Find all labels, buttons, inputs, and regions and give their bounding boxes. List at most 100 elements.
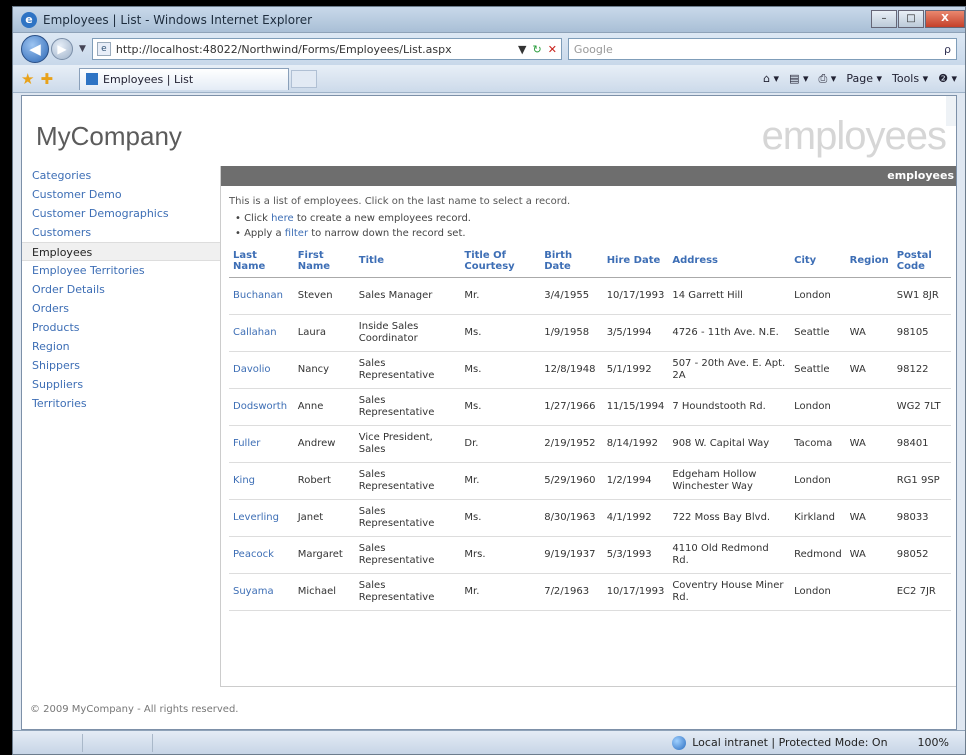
column-header[interactable]: Address [668,245,791,278]
scrollbar[interactable] [946,96,956,126]
table-cell: Inside Sales Coordinator [354,314,461,352]
sidebar-item-orders[interactable]: Orders [22,299,220,318]
employee-last-name-link[interactable]: Buchanan [229,277,294,315]
table-row: Buchanan Steven Sales Manager Mr. 3/4/1955 10… [229,277,951,315]
sidebar-item-order-details[interactable]: Order Details [22,280,220,299]
browser-window: e Employees | List - Windows Internet Ex… [12,6,966,755]
table-cell: Mr. [460,462,541,500]
search-box[interactable]: Google ρ [567,38,957,60]
create-hint-post: to create a new employees record. [293,213,471,224]
employee-last-name-link[interactable]: Callahan [229,314,294,352]
stop-icon[interactable]: ✕ [548,43,557,56]
table-cell: London [790,462,846,500]
sidebar-item-customer-demo[interactable]: Customer Demo [22,185,220,204]
table-cell [845,462,893,500]
sidebar-item-customers[interactable]: Customers [22,223,220,242]
minimize-button[interactable]: – [871,9,897,28]
table-cell: Kirkland [790,499,846,537]
refresh-icon[interactable]: ↻ [532,43,541,56]
column-header[interactable]: Postal Code [892,245,951,278]
table-cell: WA [845,499,893,537]
column-header[interactable]: Birth Date [540,245,603,278]
sidebar-item-region[interactable]: Region [22,337,220,356]
security-zone[interactable]: Local intranet | Protected Mode: On [692,736,887,749]
sidebar-item-territories[interactable]: Territories [22,394,220,413]
employee-last-name-link[interactable]: King [229,462,294,500]
table-row: Davolio Nancy Sales Representative Ms. 12/8/… [229,351,951,389]
sidebar-item-employee-territories[interactable]: Employee Territories [22,261,220,280]
table-cell: Tacoma [790,425,846,463]
table-row: King Robert Sales Representative Mr. 5/29/19… [229,462,951,500]
history-dropdown-icon[interactable]: ▼ [79,44,86,54]
filter-link[interactable]: filter [285,228,308,239]
table-cell [845,388,893,426]
employee-last-name-link[interactable]: Suyama [229,573,294,611]
table-cell: WA [845,351,893,389]
address-url[interactable]: http://localhost:48022/Northwind/Forms/E… [116,43,512,56]
tab-employees[interactable]: Employees | List [79,67,290,90]
search-icon[interactable]: ρ [944,43,951,56]
title-bar: e Employees | List - Windows Internet Ex… [13,7,965,33]
print-icon[interactable]: ⎙ ▾ [819,72,837,86]
table-cell: Sales Representative [354,536,461,574]
feeds-icon[interactable]: ▤ ▾ [789,72,808,85]
table-row: Fuller Andrew Vice President, Sales Dr. 2/19… [229,425,951,463]
sidebar-item-customer-demographics[interactable]: Customer Demographics [22,204,220,223]
address-bar[interactable]: e http://localhost:48022/Northwind/Forms… [91,38,562,60]
help-menu[interactable]: ❷ ▾ [938,72,957,85]
page-menu[interactable]: Page ▾ [846,72,882,85]
employee-last-name-link[interactable]: Leverling [229,499,294,537]
create-link[interactable]: here [271,213,294,224]
table-cell: 507 - 20th Ave. E. Apt. 2A [668,351,791,389]
sidebar-item-suppliers[interactable]: Suppliers [22,375,220,394]
home-icon[interactable]: ⌂ ▾ [763,72,779,85]
tools-menu[interactable]: Tools ▾ [892,72,928,85]
column-header[interactable]: Title Of Courtesy [460,245,541,278]
table-cell: 98122 [892,351,951,389]
ie-logo-icon: e [21,11,37,28]
filter-hint-pre: • Apply a [235,228,285,239]
search-placeholder: Google [573,42,613,56]
favorites-star-icon[interactable]: ★ [21,70,34,88]
back-button[interactable]: ◀ [21,35,49,63]
table-cell: Vice President, Sales [354,425,461,463]
employee-last-name-link[interactable]: Peacock [229,536,294,574]
column-header[interactable]: City [790,245,846,278]
table-cell: 4726 - 11th Ave. N.E. [668,314,791,352]
table-cell: Janet [293,499,355,537]
table-cell: 12/8/1948 [540,351,603,389]
table-cell: Sales Representative [354,462,461,500]
address-dropdown-icon[interactable]: ▼ [518,43,526,56]
table-cell: WA [845,425,893,463]
forward-button[interactable]: ▶ [51,38,73,60]
column-header[interactable]: Hire Date [602,245,669,278]
main-panel: employees This is a list of employees. C… [220,166,956,687]
close-button[interactable]: X [925,9,965,28]
sidebar-item-products[interactable]: Products [22,318,220,337]
add-favorites-icon[interactable]: ✚ [40,70,53,88]
zoom-level[interactable]: 100% [918,736,949,749]
table-header-row: Last Name First Name Title Title Of Courtes… [229,245,951,278]
site-logo[interactable]: MyCompany [36,121,182,152]
table-cell: RG1 9SP [892,462,951,500]
sidebar-item-employees[interactable]: Employees [22,242,220,261]
new-tab-button[interactable] [291,69,318,88]
page-icon: e [96,42,111,56]
employee-last-name-link[interactable]: Davolio [229,351,294,389]
column-header[interactable]: Last Name [229,245,294,278]
table-cell: WA [845,314,893,352]
column-header[interactable]: First Name [293,245,355,278]
maximize-button[interactable]: □ [898,9,924,28]
table-cell: London [790,277,846,315]
table-cell: WG2 7LT [892,388,951,426]
sidebar-item-shippers[interactable]: Shippers [22,356,220,375]
sidebar-item-categories[interactable]: Categories [22,166,220,185]
table-cell: 3/5/1994 [602,314,669,352]
table-cell: Ms. [460,388,541,426]
employee-last-name-link[interactable]: Fuller [229,425,294,463]
table-cell: Nancy [293,351,355,389]
employee-last-name-link[interactable]: Dodsworth [229,388,294,426]
column-header[interactable]: Region [845,245,893,278]
column-header[interactable]: Title [354,245,461,278]
table-cell: 1/27/1966 [540,388,603,426]
